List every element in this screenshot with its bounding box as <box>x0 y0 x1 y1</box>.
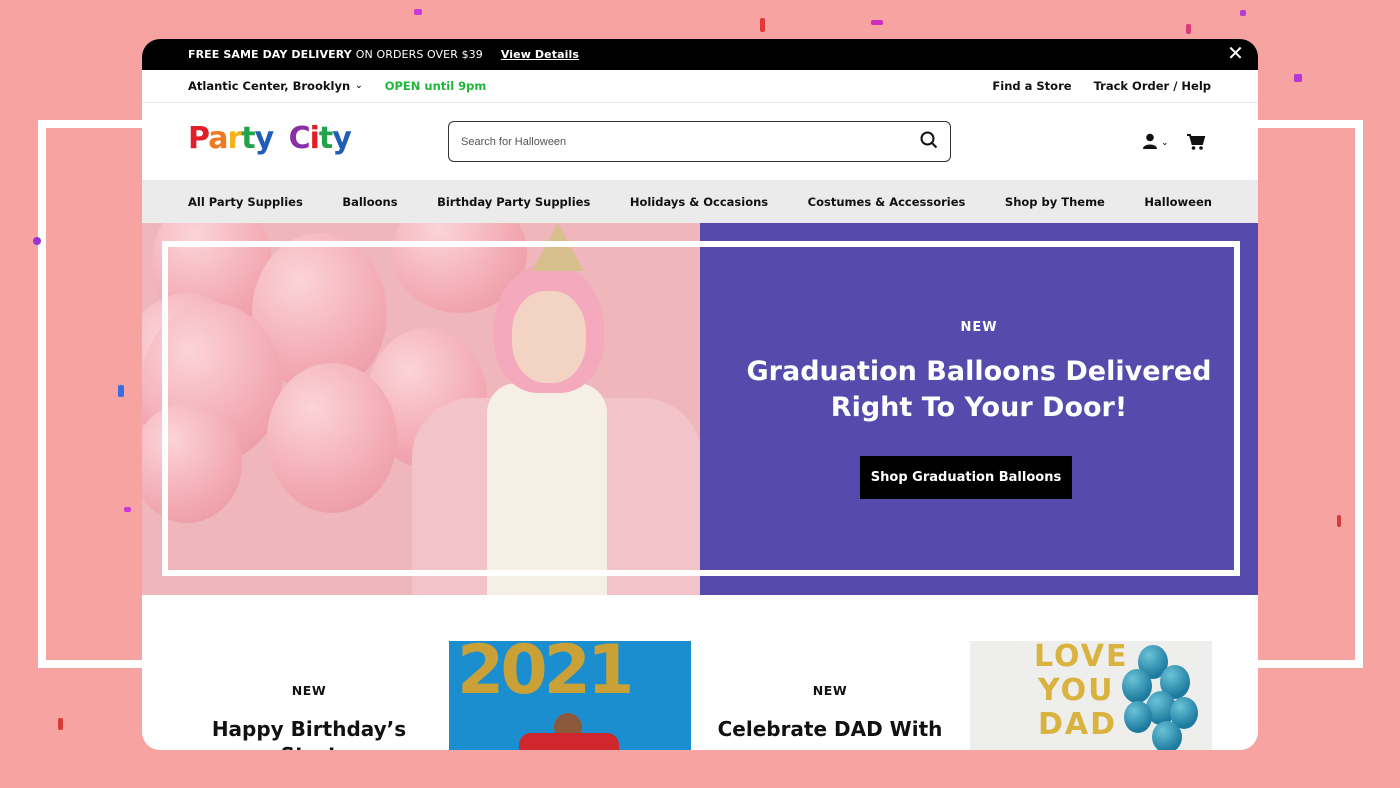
balloon-number-text: 2021 <box>457 641 634 710</box>
confetti-piece <box>1294 74 1302 82</box>
confetti-piece <box>33 237 41 245</box>
chevron-down-icon[interactable]: ⌄ <box>355 81 363 91</box>
logo-letter: y <box>254 121 275 156</box>
card-title[interactable]: Celebrate DAD With <box>709 716 951 742</box>
confetti-piece <box>760 18 765 32</box>
browser-window: FREE SAME DAY DELIVERY ON ORDERS OVER $3… <box>142 39 1258 750</box>
search-input[interactable] <box>461 135 920 148</box>
hero-image[interactable] <box>142 223 700 595</box>
store-location[interactable]: Atlantic Center, Brooklyn <box>188 79 350 93</box>
logo-letter: t <box>241 121 255 156</box>
hero-title: Graduation Balloons Delivered Right To Y… <box>700 354 1258 426</box>
hero-banner: NEW Graduation Balloons Delivered Right … <box>142 223 1258 595</box>
card-love-you-dad-image[interactable]: LOVE YOU DAD <box>970 641 1212 750</box>
nav-item-birthday-party-supplies[interactable]: Birthday Party Supplies <box>437 195 590 209</box>
promo-cards: NEW Happy Birthday’s Start 2021 NEW Cele… <box>142 595 1258 750</box>
logo-letter: C <box>288 121 311 156</box>
balloon <box>267 363 397 513</box>
close-icon[interactable]: ✕ <box>1227 42 1244 64</box>
logo-letter: t <box>318 121 333 156</box>
search-box <box>448 121 951 162</box>
nav-item-halloween[interactable]: Halloween <box>1144 195 1212 209</box>
logo-letter: y <box>332 121 352 156</box>
card-eyebrow: NEW <box>291 683 327 698</box>
nav-item-costumes-accessories[interactable]: Costumes & Accessories <box>808 195 966 209</box>
nav-item-all-party-supplies[interactable]: All Party Supplies <box>188 195 303 209</box>
confetti-piece <box>1240 10 1246 16</box>
person-sweater <box>487 383 607 595</box>
balloon-text-line-3: DAD <box>1038 707 1118 742</box>
balloon-text-line-2: YOU <box>1038 673 1115 708</box>
card-2021-image[interactable]: 2021 <box>449 641 691 750</box>
cart-icon[interactable] <box>1186 134 1206 155</box>
card-dad-copy: NEW Celebrate DAD With <box>709 683 951 742</box>
logo-letter: r <box>227 121 242 156</box>
card-title[interactable]: Happy Birthday’s Start <box>188 716 430 750</box>
hero-title-line-2: Right To Your Door! <box>830 392 1128 423</box>
confetti-piece <box>58 718 63 730</box>
confetti-piece <box>871 20 883 25</box>
hero-title-line-1: Graduation Balloons Delivered <box>746 356 1212 387</box>
confetti-piece <box>414 9 422 15</box>
view-details-link[interactable]: View Details <box>501 48 579 61</box>
find-store-link[interactable]: Find a Store <box>992 79 1071 93</box>
nav-item-shop-by-theme[interactable]: Shop by Theme <box>1005 195 1105 209</box>
confetti-piece <box>124 507 131 512</box>
track-order-link[interactable]: Track Order / Help <box>1094 79 1211 93</box>
confetti-piece <box>118 385 124 397</box>
nav-item-balloons[interactable]: Balloons <box>342 195 397 209</box>
balloon-text-line-1: LOVE <box>1034 641 1129 674</box>
chevron-down-icon[interactable]: ⌄ <box>1161 138 1169 148</box>
party-city-logo[interactable]: Party City <box>188 121 352 156</box>
account-menu[interactable]: ⌄ <box>1142 133 1169 153</box>
hero-promo-panel: NEW Graduation Balloons Delivered Right … <box>700 223 1258 595</box>
store-bar: Atlantic Center, Brooklyn ⌄ OPEN until 9… <box>142 70 1258 103</box>
card-eyebrow: NEW <box>812 683 848 698</box>
user-icon[interactable] <box>1142 133 1158 153</box>
logo-letter: P <box>188 121 209 156</box>
main-nav: All Party Supplies Balloons Birthday Par… <box>142 180 1258 223</box>
party-hat <box>532 223 584 271</box>
promo-text: ON ORDERS OVER $39 <box>355 48 483 61</box>
hero-eyebrow: NEW <box>960 320 998 335</box>
person-face <box>512 291 586 383</box>
promo-bold-text: FREE SAME DAY DELIVERY <box>188 48 352 61</box>
logo-letter: a <box>208 121 228 156</box>
balloon <box>142 403 242 523</box>
logo-letter: i <box>309 121 320 156</box>
search-icon[interactable] <box>920 131 938 153</box>
blue-balloon <box>1124 701 1152 733</box>
shop-graduation-balloons-button[interactable]: Shop Graduation Balloons <box>860 456 1072 499</box>
store-status: OPEN until 9pm <box>384 79 487 93</box>
card-birthday-copy: NEW Happy Birthday’s Start <box>188 683 430 750</box>
person-shirt <box>519 733 619 750</box>
promo-bar: FREE SAME DAY DELIVERY ON ORDERS OVER $3… <box>142 39 1258 70</box>
nav-item-holidays-occasions[interactable]: Holidays & Occasions <box>630 195 768 209</box>
confetti-piece <box>1337 515 1341 527</box>
confetti-piece <box>1186 24 1191 34</box>
blue-balloon <box>1152 721 1182 750</box>
cart-button[interactable] <box>1186 133 1206 155</box>
header: Party City ⌄ <box>142 103 1258 180</box>
